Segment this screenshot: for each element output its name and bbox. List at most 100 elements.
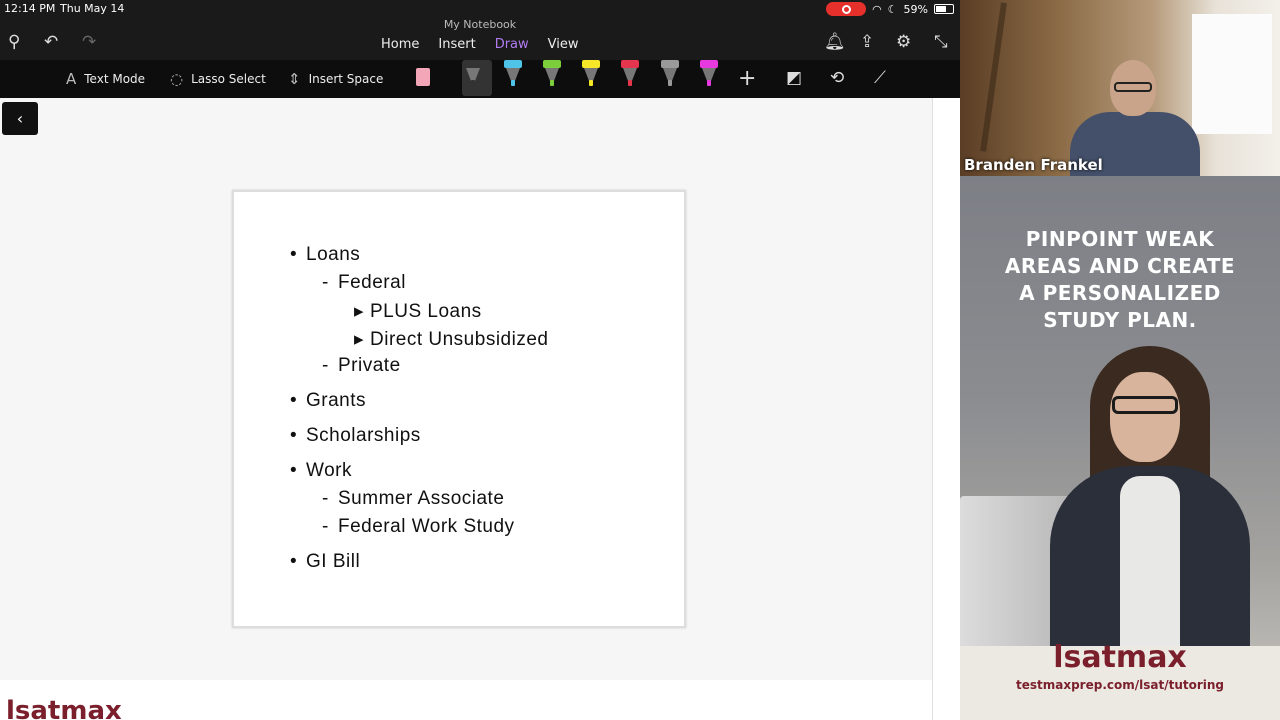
gear-icon[interactable]: ⚙ xyxy=(896,32,911,52)
outline-item: ▸ Direct Unsubsidized xyxy=(354,328,548,351)
outline-text: Loans xyxy=(306,244,361,265)
lasso-select-button[interactable]: ◌ Lasso Select xyxy=(170,70,266,88)
insert-space-label: Insert Space xyxy=(308,72,384,86)
redo-icon[interactable]: ↷ xyxy=(82,32,96,52)
footer-strip xyxy=(0,680,932,720)
text-mode-icon: A xyxy=(66,70,77,88)
red-pen-icon[interactable] xyxy=(619,60,641,88)
outline-item: • Work xyxy=(290,460,352,482)
outline-marker: • xyxy=(290,425,298,446)
outline-item: - Federal xyxy=(322,272,406,294)
tab-view[interactable]: View xyxy=(548,37,579,52)
note-page[interactable]: ‹ • Loans - Federal ▸ PLUS Loans ▸ Direct Unsub… xyxy=(0,98,932,720)
shapes-icon[interactable]: ◩ xyxy=(786,68,802,88)
outline-marker: - xyxy=(322,516,329,537)
outline-text: Work xyxy=(306,460,352,481)
outline-marker: • xyxy=(290,551,298,572)
ad-panel: PINPOINT WEAK AREAS AND CREATE A PERSONA… xyxy=(960,176,1280,720)
ad-url[interactable]: testmaxprep.com/lsat/tutoring xyxy=(960,678,1280,692)
background-window xyxy=(1192,14,1272,134)
outline-item: - Private xyxy=(322,355,401,377)
tab-draw[interactable]: Draw xyxy=(495,37,529,52)
insert-space-button[interactable]: ⇕ Insert Space xyxy=(288,70,383,88)
ad-headline-line: STUDY PLAN. xyxy=(1043,308,1197,332)
status-time: 12:14 PM xyxy=(4,2,56,15)
outline-marker: ▸ xyxy=(354,301,365,322)
top-toolbar: My Notebook ⚲ ↶ ↷ Home Insert Draw View … xyxy=(0,18,960,60)
presenter-name: Branden Frankel xyxy=(964,156,1103,174)
vertical-scrollbar[interactable] xyxy=(932,98,960,720)
outline-item: - Federal Work Study xyxy=(322,516,515,538)
share-icon[interactable]: ⇪ xyxy=(860,32,874,52)
outline-text: PLUS Loans xyxy=(370,301,482,322)
ribbon-tabs: Home Insert Draw View xyxy=(381,37,579,52)
presenter-glasses xyxy=(1114,82,1152,92)
add-pen-icon[interactable]: + xyxy=(738,66,756,91)
eraser-icon[interactable] xyxy=(412,60,434,88)
outline-text: Scholarships xyxy=(306,425,421,446)
ad-woman-glasses xyxy=(1112,396,1178,414)
outline-text: Grants xyxy=(306,390,367,411)
green-pen-icon[interactable] xyxy=(541,60,563,88)
magenta-highlighter-icon[interactable] xyxy=(698,60,720,88)
outline-marker: • xyxy=(290,390,298,411)
outline-marker: • xyxy=(290,460,298,481)
ad-headline-line: AREAS AND CREATE xyxy=(1004,254,1236,278)
outline-item: • GI Bill xyxy=(290,551,360,573)
notebook-title: My Notebook xyxy=(443,18,517,31)
ruler-icon[interactable]: ⟋ xyxy=(874,68,886,88)
ad-woman-face xyxy=(1110,372,1180,462)
wifi-icon: ◠ xyxy=(872,2,882,16)
text-mode-label: Text Mode xyxy=(84,72,146,86)
outline-marker: • xyxy=(290,244,298,265)
outline-text: Federal Work Study xyxy=(338,516,515,537)
lasso-select-label: Lasso Select xyxy=(191,72,266,86)
outline-item: • Scholarships xyxy=(290,425,421,447)
status-bar: 12:14 PM Thu May 14 ◠ ☾ 59% xyxy=(0,0,960,18)
status-right: ◠ ☾ 59% xyxy=(826,2,954,16)
moon-icon: ☾ xyxy=(887,2,898,16)
status-date: Thu May 14 xyxy=(60,2,125,15)
back-button[interactable]: ‹ xyxy=(2,102,38,135)
battery-percent: 59% xyxy=(903,2,928,16)
draw-toolbar: A Text Mode ◌ Lasso Select ⇕ Insert Spac… xyxy=(0,60,960,98)
webcam-feed xyxy=(960,0,1280,176)
footer-logo: lsatmax xyxy=(6,696,122,720)
yellow-highlighter-icon[interactable] xyxy=(580,60,602,88)
ad-headline-line: A PERSONALIZED xyxy=(1019,281,1221,305)
pasted-slide[interactable]: • Loans - Federal ▸ PLUS Loans ▸ Direct Unsubsi… xyxy=(232,190,686,628)
outline-text: Federal xyxy=(338,272,406,293)
outline-item: ▸ PLUS Loans xyxy=(354,300,482,323)
outline-text: Private xyxy=(338,355,401,376)
outline-text: Summer Associate xyxy=(338,488,505,509)
gray-pen-icon[interactable] xyxy=(659,60,681,88)
screen-record-icon xyxy=(826,2,867,16)
outline-marker: - xyxy=(322,355,329,376)
ad-logo: lsatmax xyxy=(1053,640,1187,675)
insert-space-icon: ⇕ xyxy=(288,70,301,88)
tab-insert[interactable]: Insert xyxy=(438,37,475,52)
outline-item: - Summer Associate xyxy=(322,488,504,510)
notebook-app: 12:14 PM Thu May 14 ◠ ☾ 59% My Notebook … xyxy=(0,0,960,720)
chevron-left-icon: ‹ xyxy=(16,109,24,128)
cyan-pen-icon[interactable] xyxy=(502,60,524,88)
text-mode-button[interactable]: A Text Mode xyxy=(66,70,145,88)
bell-icon[interactable]: 🔔︎ xyxy=(824,32,846,52)
tab-home[interactable]: Home xyxy=(381,37,419,52)
collapse-icon[interactable]: ⤡ xyxy=(934,32,948,52)
search-icon[interactable]: ⚲ xyxy=(8,32,20,52)
outline-item: • Loans xyxy=(290,244,360,266)
outline-marker: - xyxy=(322,272,329,293)
outline-text: Direct Unsubsidized xyxy=(370,329,549,350)
lasso-icon: ◌ xyxy=(170,70,184,88)
outline-marker: - xyxy=(322,488,329,509)
outline-item: • Grants xyxy=(290,390,366,412)
ad-headline-line: PINPOINT WEAK xyxy=(1025,227,1215,251)
outline-text: GI Bill xyxy=(306,551,361,572)
outline-marker: ▸ xyxy=(354,329,365,350)
black-pen-icon[interactable] xyxy=(462,60,492,96)
ad-headline: PINPOINT WEAK AREAS AND CREATE A PERSONA… xyxy=(960,226,1280,334)
ink-to-shape-icon[interactable]: ⟲ xyxy=(830,68,844,88)
battery-icon xyxy=(934,4,954,14)
undo-icon[interactable]: ↶ xyxy=(44,32,58,52)
